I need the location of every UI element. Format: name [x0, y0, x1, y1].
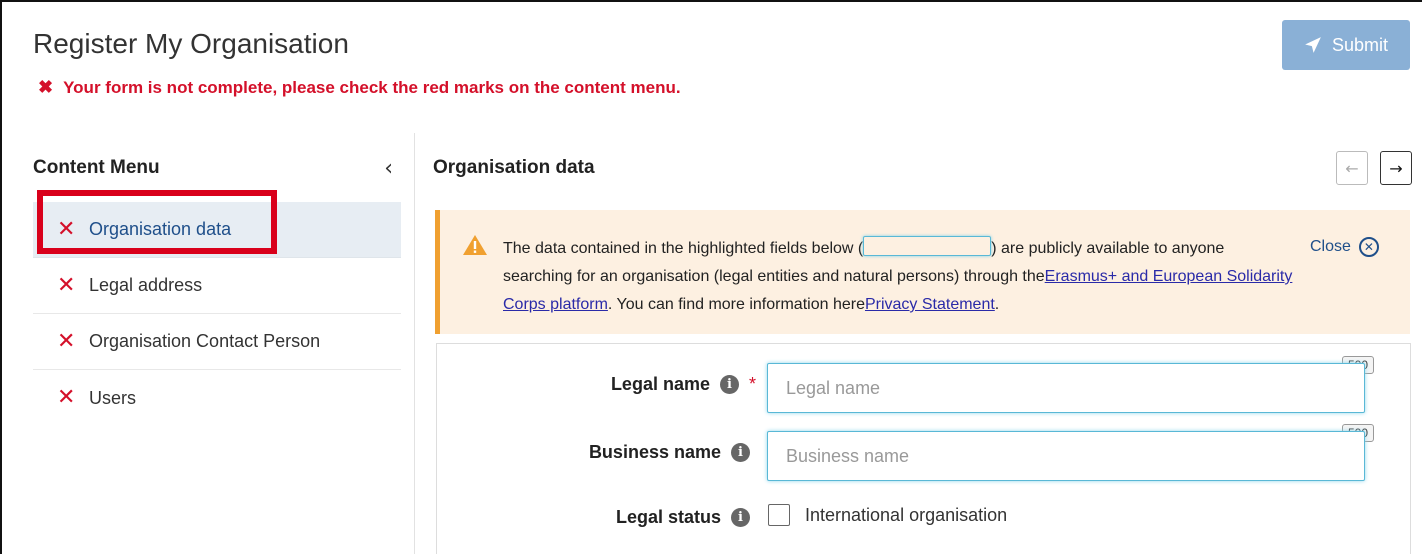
menu-item-organisation-data[interactable]: ✕ Organisation data — [33, 202, 401, 258]
international-organisation-checkbox[interactable] — [768, 504, 790, 526]
highlighted-field-sample — [863, 236, 992, 256]
privacy-statement-link[interactable]: Privacy Statement — [865, 296, 995, 313]
notice-text-part: . You can find more information here — [607, 296, 865, 313]
legal-name-input[interactable] — [767, 363, 1365, 413]
warning-triangle-icon — [463, 235, 487, 255]
legal-status-label: Legal status — [615, 507, 721, 527]
incomplete-x-icon: ✕ — [57, 216, 76, 242]
legal-name-label: Legal name — [610, 374, 710, 394]
menu-item-label: Users — [89, 387, 137, 408]
public-data-notice: The data contained in the highlighted fi… — [435, 210, 1410, 334]
arrow-left-icon: ← — [1345, 158, 1359, 178]
info-icon[interactable]: i — [719, 375, 739, 394]
next-section-button[interactable]: → — [1380, 151, 1412, 185]
business-name-label: Business name — [588, 442, 721, 462]
content-menu-list: ✕ Organisation data ✕ Legal address ✕ Or… — [33, 202, 401, 426]
legal-name-label-group: Legal name i * — [560, 374, 756, 395]
close-circle-icon: ✕ — [1358, 237, 1379, 257]
incomplete-x-icon: ✕ — [57, 328, 76, 354]
form-error-message: ✖ Your form is not complete, please chec… — [38, 77, 681, 98]
error-x-icon: ✖ — [38, 77, 54, 97]
vertical-divider — [414, 133, 415, 554]
menu-item-organisation-contact-person[interactable]: ✕ Organisation Contact Person — [33, 314, 401, 370]
incomplete-x-icon: ✕ — [57, 272, 76, 298]
submit-button[interactable]: Submit — [1282, 20, 1410, 70]
error-text: Your form is not complete, please check … — [63, 77, 681, 97]
menu-item-label: Legal address — [89, 275, 203, 295]
close-label: Close — [1310, 238, 1351, 255]
arrow-right-icon: → — [1389, 158, 1403, 178]
notice-text: The data contained in the highlighted fi… — [503, 235, 1293, 319]
notice-text-part: . — [994, 296, 1000, 313]
info-icon[interactable]: i — [731, 508, 750, 527]
international-organisation-label: International organisation — [805, 505, 1008, 525]
info-icon[interactable]: i — [731, 443, 750, 462]
business-name-label-group: Business name i — [540, 442, 750, 463]
previous-section-button[interactable]: ← — [1336, 151, 1368, 185]
menu-item-legal-address[interactable]: ✕ Legal address — [33, 258, 401, 314]
menu-item-label: Organisation data — [89, 219, 232, 239]
content-menu-header: Content Menu ‹ — [33, 150, 401, 186]
chevron-left-icon: ‹ — [384, 155, 393, 181]
business-name-input[interactable] — [767, 431, 1365, 481]
menu-item-label: Organisation Contact Person — [89, 331, 321, 351]
submit-label: Submit — [1331, 34, 1389, 55]
required-asterisk: * — [748, 374, 756, 394]
content-menu: Content Menu ‹ ✕ Organisation data ✕ Leg… — [33, 150, 401, 426]
paper-plane-icon — [1305, 37, 1321, 53]
legal-status-label-group: Legal status i — [560, 507, 750, 528]
section-title: Organisation data — [433, 157, 595, 178]
page-title: Register My Organisation — [33, 28, 349, 59]
content-menu-title: Content Menu — [33, 157, 160, 178]
menu-item-users[interactable]: ✕ Users — [33, 370, 401, 426]
incomplete-x-icon: ✕ — [57, 385, 76, 410]
close-notice-button[interactable]: Close ✕ — [1310, 237, 1379, 257]
notice-text-part: The data contained in the highlighted fi… — [503, 240, 864, 257]
collapse-menu-button[interactable]: ‹ — [384, 156, 393, 181]
